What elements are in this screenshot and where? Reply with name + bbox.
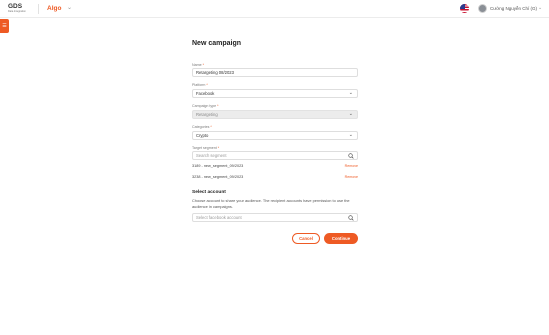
chevron-down-icon[interactable]: ⌄	[67, 4, 72, 11]
platform-label: Platform *	[192, 83, 208, 87]
chevron-down-icon: ⌄	[348, 90, 353, 96]
target-segment-search[interactable]: Search segment	[192, 151, 358, 160]
platform-select[interactable]: Facebook ⌄	[192, 89, 358, 98]
campaign-type-select: Retargeting ⌄	[192, 110, 358, 119]
user-name[interactable]: Cường Nguyễn Chí (G)	[490, 6, 537, 11]
page-title: New campaign	[192, 40, 242, 47]
remove-segment-button[interactable]: Remove	[345, 164, 358, 168]
chevron-down-icon: ⌄	[348, 132, 353, 138]
target-segment-label: Target segment *	[192, 146, 220, 150]
facebook-account-search[interactable]: Select facebook account	[192, 213, 358, 222]
search-icon	[348, 153, 354, 159]
logo-text: GDS	[8, 3, 23, 10]
search-icon	[348, 215, 354, 221]
segment-list-item: 3189 - new_segment_09/2023 Remove	[192, 164, 358, 168]
name-label: Name *	[192, 63, 204, 67]
continue-button[interactable]: Continue	[324, 233, 358, 244]
segment-list-item: 3238 - new_segment_09/2023 Remove	[192, 175, 358, 179]
name-input[interactable]: Retargeting 08/2023	[192, 68, 358, 77]
campaign-type-label: Campaign type *	[192, 104, 219, 108]
select-account-title: Select account	[192, 190, 226, 195]
header-divider	[38, 4, 39, 14]
top-bar: GDS Data Integration Algo ⌄ Cường Nguyễn…	[0, 0, 549, 18]
select-account-description: Choose account to share your audience. T…	[192, 198, 350, 209]
menu-icon[interactable]: ☰	[0, 19, 9, 33]
avatar[interactable]	[478, 4, 487, 13]
app-switcher-label[interactable]: Algo	[47, 5, 61, 12]
categories-label: Categories *	[192, 125, 212, 129]
us-flag-icon[interactable]	[460, 4, 469, 13]
gds-logo[interactable]: GDS Data Integration	[8, 3, 34, 13]
chevron-down-icon[interactable]: ⌄	[538, 5, 542, 11]
remove-segment-button[interactable]: Remove	[345, 175, 358, 179]
logo-subtext: Data Integration	[8, 10, 26, 13]
chevron-down-icon: ⌄	[348, 111, 353, 117]
categories-select[interactable]: Crypto ⌄	[192, 131, 358, 140]
cancel-button[interactable]: Cancel	[292, 233, 320, 244]
